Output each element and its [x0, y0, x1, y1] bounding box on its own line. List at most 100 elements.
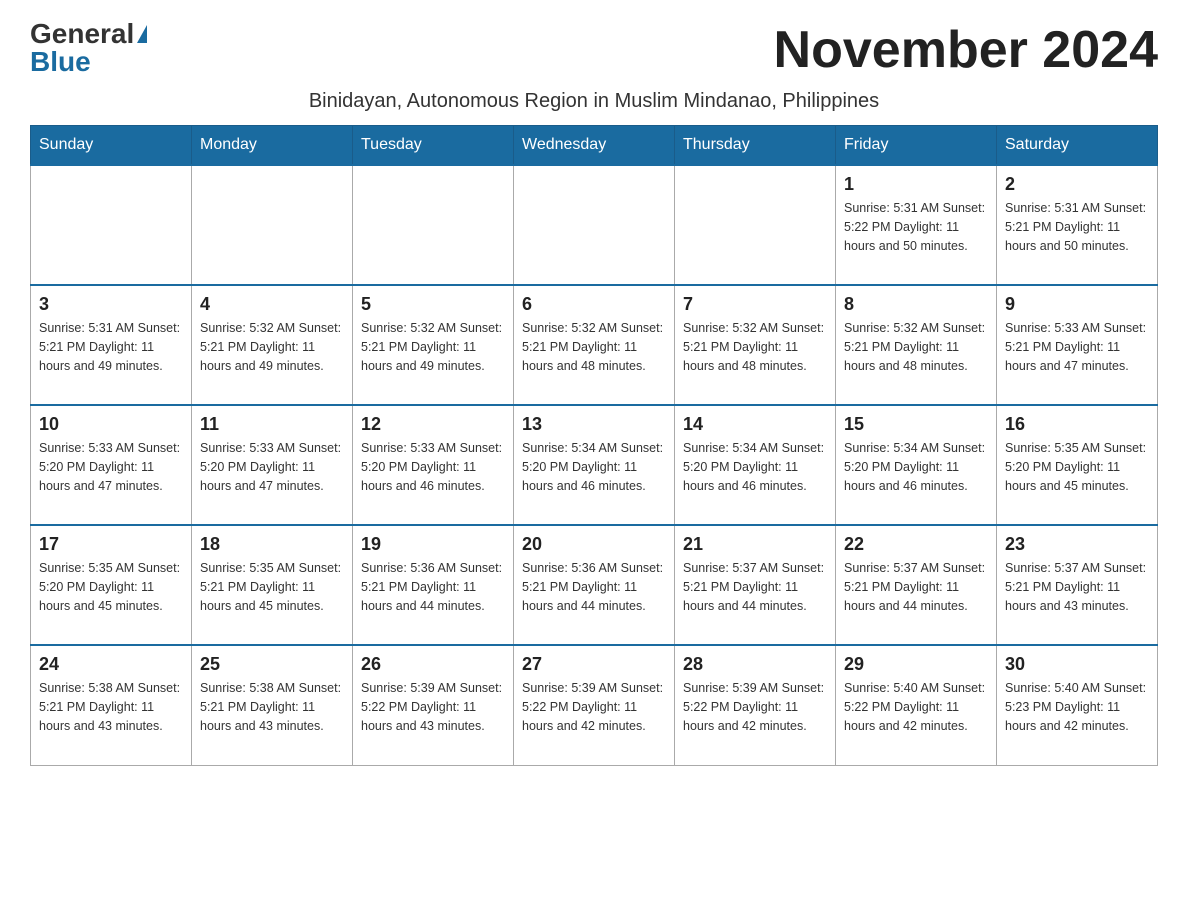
calendar-header-tuesday: Tuesday — [353, 126, 514, 166]
day-number: 16 — [1005, 414, 1149, 435]
calendar-cell: 15 Sunrise: 5:34 AM Sunset: 5:20 PM Dayli… — [836, 405, 997, 525]
day-number: 10 — [39, 414, 183, 435]
day-info: Sunrise: 5:37 AM Sunset: 5:21 PM Dayligh… — [683, 559, 827, 615]
day-info: Sunrise: 5:35 AM Sunset: 5:20 PM Dayligh… — [1005, 439, 1149, 495]
day-info: Sunrise: 5:38 AM Sunset: 5:21 PM Dayligh… — [39, 679, 183, 735]
day-info: Sunrise: 5:34 AM Sunset: 5:20 PM Dayligh… — [522, 439, 666, 495]
day-info: Sunrise: 5:35 AM Sunset: 5:20 PM Dayligh… — [39, 559, 183, 615]
day-number: 23 — [1005, 534, 1149, 555]
day-info: Sunrise: 5:32 AM Sunset: 5:21 PM Dayligh… — [522, 319, 666, 375]
calendar-cell — [31, 165, 192, 285]
day-info: Sunrise: 5:39 AM Sunset: 5:22 PM Dayligh… — [361, 679, 505, 735]
calendar-header-saturday: Saturday — [997, 126, 1158, 166]
calendar-cell: 20Sunrise: 5:36 AM Sunset: 5:21 PM Dayli… — [514, 525, 675, 645]
calendar-cell: 16 Sunrise: 5:35 AM Sunset: 5:20 PM Dayli… — [997, 405, 1158, 525]
calendar-cell: 24 Sunrise: 5:38 AM Sunset: 5:21 PM Dayli… — [31, 645, 192, 765]
day-number: 20 — [522, 534, 666, 555]
day-info: Sunrise: 5:33 AM Sunset: 5:21 PM Dayligh… — [1005, 319, 1149, 375]
calendar-header-monday: Monday — [192, 126, 353, 166]
day-number: 22 — [844, 534, 988, 555]
day-info: Sunrise: 5:32 AM Sunset: 5:21 PM Dayligh… — [844, 319, 988, 375]
calendar-cell: 6 Sunrise: 5:32 AM Sunset: 5:21 PM Daylig… — [514, 285, 675, 405]
week-row-1: 1 Sunrise: 5:31 AM Sunset: 5:22 PM Daylig… — [31, 165, 1158, 285]
logo-triangle-icon — [137, 25, 147, 43]
day-info: Sunrise: 5:31 AM Sunset: 5:21 PM Dayligh… — [39, 319, 183, 375]
calendar-header-wednesday: Wednesday — [514, 126, 675, 166]
day-info: Sunrise: 5:31 AM Sunset: 5:22 PM Dayligh… — [844, 199, 988, 255]
day-number: 24 — [39, 654, 183, 675]
day-info: Sunrise: 5:32 AM Sunset: 5:21 PM Dayligh… — [200, 319, 344, 375]
calendar-cell: 19 Sunrise: 5:36 AM Sunset: 5:21 PM Dayli… — [353, 525, 514, 645]
day-number: 1 — [844, 174, 988, 195]
calendar-cell: 10 Sunrise: 5:33 AM Sunset: 5:20 PM Dayli… — [31, 405, 192, 525]
calendar-cell: 8 Sunrise: 5:32 AM Sunset: 5:21 PM Daylig… — [836, 285, 997, 405]
day-number: 26 — [361, 654, 505, 675]
logo-blue-text: Blue — [30, 48, 91, 76]
subtitle: Binidayan, Autonomous Region in Muslim M… — [30, 90, 1158, 113]
logo: General Blue — [30, 20, 147, 76]
day-info: Sunrise: 5:32 AM Sunset: 5:21 PM Dayligh… — [361, 319, 505, 375]
calendar-cell: 25 Sunrise: 5:38 AM Sunset: 5:21 PM Dayli… — [192, 645, 353, 765]
calendar-cell: 28 Sunrise: 5:39 AM Sunset: 5:22 PM Dayli… — [675, 645, 836, 765]
day-number: 17 — [39, 534, 183, 555]
calendar-cell: 17 Sunrise: 5:35 AM Sunset: 5:20 PM Dayli… — [31, 525, 192, 645]
day-number: 28 — [683, 654, 827, 675]
calendar-cell: 27 Sunrise: 5:39 AM Sunset: 5:22 PM Dayli… — [514, 645, 675, 765]
day-number: 29 — [844, 654, 988, 675]
day-info: Sunrise: 5:39 AM Sunset: 5:22 PM Dayligh… — [522, 679, 666, 735]
calendar-cell: 9 Sunrise: 5:33 AM Sunset: 5:21 PM Daylig… — [997, 285, 1158, 405]
calendar-cell: 26 Sunrise: 5:39 AM Sunset: 5:22 PM Dayli… — [353, 645, 514, 765]
day-number: 11 — [200, 414, 344, 435]
day-info: Sunrise: 5:34 AM Sunset: 5:20 PM Dayligh… — [844, 439, 988, 495]
calendar-cell: 11 Sunrise: 5:33 AM Sunset: 5:20 PM Dayli… — [192, 405, 353, 525]
week-row-5: 24 Sunrise: 5:38 AM Sunset: 5:21 PM Dayli… — [31, 645, 1158, 765]
day-number: 27 — [522, 654, 666, 675]
calendar-cell: 29 Sunrise: 5:40 AM Sunset: 5:22 PM Dayli… — [836, 645, 997, 765]
day-number: 25 — [200, 654, 344, 675]
day-info: Sunrise: 5:38 AM Sunset: 5:21 PM Dayligh… — [200, 679, 344, 735]
day-number: 4 — [200, 294, 344, 315]
calendar-cell: 4 Sunrise: 5:32 AM Sunset: 5:21 PM Daylig… — [192, 285, 353, 405]
logo-general-text: General — [30, 20, 134, 48]
calendar-cell: 13 Sunrise: 5:34 AM Sunset: 5:20 PM Dayli… — [514, 405, 675, 525]
calendar-cell — [192, 165, 353, 285]
calendar-header-thursday: Thursday — [675, 126, 836, 166]
day-info: Sunrise: 5:36 AM Sunset: 5:21 PM Dayligh… — [361, 559, 505, 615]
calendar-cell: 1 Sunrise: 5:31 AM Sunset: 5:22 PM Daylig… — [836, 165, 997, 285]
week-row-4: 17 Sunrise: 5:35 AM Sunset: 5:20 PM Dayli… — [31, 525, 1158, 645]
calendar-cell: 3Sunrise: 5:31 AM Sunset: 5:21 PM Daylig… — [31, 285, 192, 405]
calendar-cell — [675, 165, 836, 285]
day-info: Sunrise: 5:40 AM Sunset: 5:23 PM Dayligh… — [1005, 679, 1149, 735]
day-number: 8 — [844, 294, 988, 315]
calendar-table: SundayMondayTuesdayWednesdayThursdayFrid… — [30, 125, 1158, 766]
page-title: November 2024 — [774, 20, 1158, 80]
day-info: Sunrise: 5:31 AM Sunset: 5:21 PM Dayligh… — [1005, 199, 1149, 255]
calendar-header-friday: Friday — [836, 126, 997, 166]
calendar-cell: 5 Sunrise: 5:32 AM Sunset: 5:21 PM Daylig… — [353, 285, 514, 405]
calendar-cell — [353, 165, 514, 285]
calendar-cell: 22 Sunrise: 5:37 AM Sunset: 5:21 PM Dayli… — [836, 525, 997, 645]
week-row-2: 3Sunrise: 5:31 AM Sunset: 5:21 PM Daylig… — [31, 285, 1158, 405]
day-number: 14 — [683, 414, 827, 435]
week-row-3: 10 Sunrise: 5:33 AM Sunset: 5:20 PM Dayli… — [31, 405, 1158, 525]
day-info: Sunrise: 5:37 AM Sunset: 5:21 PM Dayligh… — [1005, 559, 1149, 615]
day-number: 19 — [361, 534, 505, 555]
day-info: Sunrise: 5:33 AM Sunset: 5:20 PM Dayligh… — [200, 439, 344, 495]
day-info: Sunrise: 5:32 AM Sunset: 5:21 PM Dayligh… — [683, 319, 827, 375]
calendar-cell: 23 Sunrise: 5:37 AM Sunset: 5:21 PM Dayli… — [997, 525, 1158, 645]
day-number: 5 — [361, 294, 505, 315]
calendar-cell: 18Sunrise: 5:35 AM Sunset: 5:21 PM Dayli… — [192, 525, 353, 645]
day-number: 9 — [1005, 294, 1149, 315]
day-number: 15 — [844, 414, 988, 435]
day-info: Sunrise: 5:34 AM Sunset: 5:20 PM Dayligh… — [683, 439, 827, 495]
day-info: Sunrise: 5:40 AM Sunset: 5:22 PM Dayligh… — [844, 679, 988, 735]
day-info: Sunrise: 5:37 AM Sunset: 5:21 PM Dayligh… — [844, 559, 988, 615]
day-number: 2 — [1005, 174, 1149, 195]
calendar-cell: 14 Sunrise: 5:34 AM Sunset: 5:20 PM Dayli… — [675, 405, 836, 525]
day-number: 6 — [522, 294, 666, 315]
day-number: 13 — [522, 414, 666, 435]
calendar-header-row: SundayMondayTuesdayWednesdayThursdayFrid… — [31, 126, 1158, 166]
day-info: Sunrise: 5:33 AM Sunset: 5:20 PM Dayligh… — [39, 439, 183, 495]
day-info: Sunrise: 5:39 AM Sunset: 5:22 PM Dayligh… — [683, 679, 827, 735]
calendar-cell: 2 Sunrise: 5:31 AM Sunset: 5:21 PM Daylig… — [997, 165, 1158, 285]
